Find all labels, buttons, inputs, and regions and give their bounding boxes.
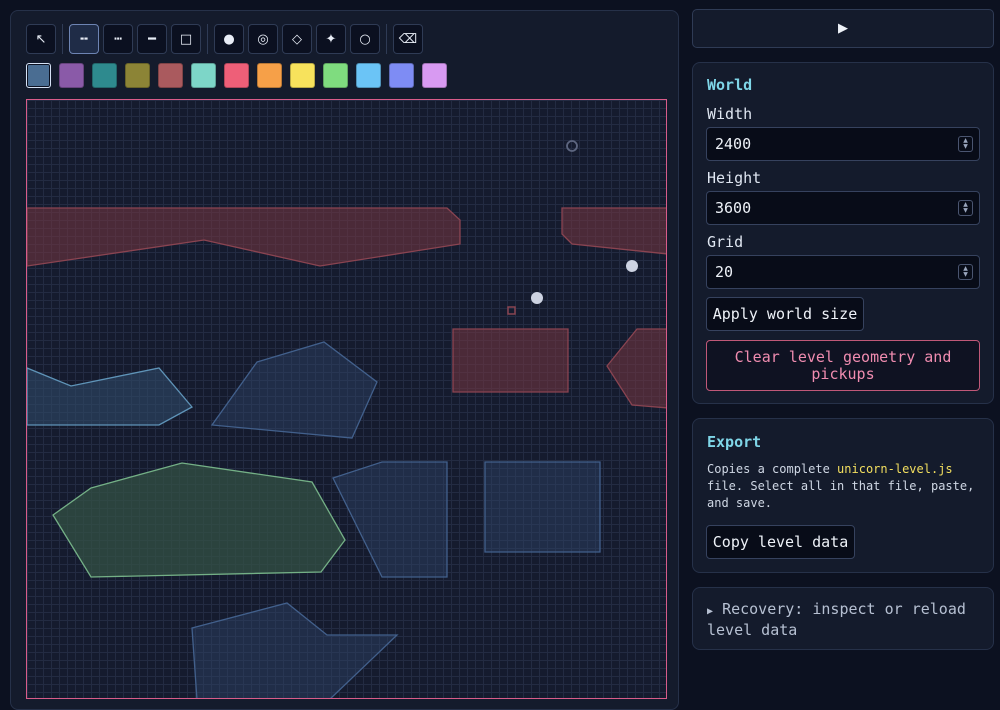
color-swatch[interactable] <box>191 63 216 88</box>
backspace-icon: ⌫ <box>398 31 418 47</box>
target-icon: ◎ <box>257 31 269 47</box>
color-swatch[interactable] <box>389 63 414 88</box>
play-button[interactable]: ▶ <box>692 9 994 48</box>
play-icon: ▶ <box>838 21 848 36</box>
world-title: World <box>707 76 753 94</box>
color-swatch[interactable] <box>92 63 117 88</box>
ring-tool-button[interactable]: ○ <box>350 24 380 54</box>
color-swatch[interactable] <box>422 63 447 88</box>
solid-line-icon: ━ <box>148 31 156 47</box>
color-swatch[interactable] <box>158 63 183 88</box>
disclosure-triangle-icon: ▶ <box>707 606 714 617</box>
chevron-down-icon: ▼ <box>963 271 968 278</box>
level-polygon[interactable] <box>452 328 569 393</box>
color-swatch[interactable] <box>356 63 381 88</box>
level-polygon[interactable] <box>27 207 461 267</box>
apply-world-size-button[interactable]: Apply world size <box>706 297 864 331</box>
width-stepper[interactable]: ▲ ▼ <box>958 136 973 152</box>
tool-toolbar: ↖ ╍ ┅ ━ □ ● ◎ ◇ ✦ ○ ⌫ <box>26 24 427 54</box>
filled-circle-icon: ● <box>223 31 235 47</box>
color-swatch[interactable] <box>323 63 348 88</box>
level-canvas[interactable] <box>26 99 667 699</box>
line-solid-tool-button[interactable]: ━ <box>137 24 167 54</box>
width-input[interactable]: 2400 ▲ ▼ <box>706 127 980 161</box>
cursor-icon: ↖ <box>35 31 47 47</box>
copy-level-data-button[interactable]: Copy level data <box>706 525 855 559</box>
level-polygon[interactable] <box>606 328 667 409</box>
star-icon: ✦ <box>325 31 337 47</box>
recovery-label: Recovery: inspect or reload level data <box>707 600 966 639</box>
dashed-line-icon: ╍ <box>80 31 88 47</box>
recovery-toggle[interactable]: ▶ Recovery: inspect or reload level data <box>707 600 982 639</box>
toolbar-divider <box>207 24 208 54</box>
color-swatch[interactable] <box>125 63 150 88</box>
width-value: 2400 <box>715 135 752 153</box>
orb-pickup[interactable] <box>531 292 543 304</box>
toolbar-divider <box>386 24 387 54</box>
ring-pickup[interactable] <box>566 140 578 152</box>
color-swatch[interactable] <box>26 63 51 88</box>
color-palette <box>26 63 455 88</box>
dotted-line-icon: ┅ <box>114 31 122 47</box>
level-geometry <box>27 140 667 699</box>
target-tool-button[interactable]: ◎ <box>248 24 278 54</box>
chevron-down-icon: ▼ <box>963 143 968 150</box>
color-swatch[interactable] <box>257 63 282 88</box>
line-dashed-bold-tool-button[interactable]: ╍ <box>69 24 99 54</box>
grid-input[interactable]: 20 ▲ ▼ <box>706 255 980 289</box>
level-polygon[interactable] <box>27 367 194 426</box>
level-polygon[interactable] <box>210 341 378 439</box>
height-label: Height <box>707 169 762 187</box>
color-swatch[interactable] <box>59 63 84 88</box>
width-label: Width <box>707 105 753 123</box>
pickup-dot-tool-button[interactable]: ● <box>214 24 244 54</box>
world-settings-card: World Width 2400 ▲ ▼ Height 3600 ▲ ▼ Grid … <box>692 62 994 404</box>
square-icon: □ <box>179 31 193 47</box>
height-input[interactable]: 3600 ▲ ▼ <box>706 191 980 225</box>
select-tool-button[interactable]: ↖ <box>26 24 56 54</box>
export-description: Copies a complete unicorn-level.js file.… <box>707 462 975 510</box>
level-polygon[interactable] <box>484 461 601 553</box>
toolbar-divider <box>62 24 63 54</box>
orb-pickup[interactable] <box>626 260 638 272</box>
color-swatch[interactable] <box>224 63 249 88</box>
clear-level-button[interactable]: Clear level geometry and pickups <box>706 340 980 391</box>
ring-icon: ○ <box>359 31 371 47</box>
color-swatch[interactable] <box>290 63 315 88</box>
grid-stepper[interactable]: ▲ ▼ <box>958 264 973 280</box>
level-polygon[interactable] <box>332 461 448 578</box>
recovery-card: ▶ Recovery: inspect or reload level data <box>692 587 994 650</box>
export-title: Export <box>707 433 762 451</box>
diamond-tool-button[interactable]: ◇ <box>282 24 312 54</box>
grid-label: Grid <box>707 233 744 251</box>
export-card: Export Copies a complete unicorn-level.j… <box>692 418 994 573</box>
star-tool-button[interactable]: ✦ <box>316 24 346 54</box>
erase-tool-button[interactable]: ⌫ <box>393 24 423 54</box>
grid-value: 20 <box>715 263 734 281</box>
level-polygon[interactable] <box>191 602 399 699</box>
rectangle-tool-button[interactable]: □ <box>171 24 201 54</box>
line-dotted-tool-button[interactable]: ┅ <box>103 24 133 54</box>
filename-code: unicorn-level.js <box>837 462 953 476</box>
diamond-icon: ◇ <box>292 31 302 47</box>
height-stepper[interactable]: ▲ ▼ <box>958 200 973 216</box>
spawn-marker[interactable] <box>507 306 516 315</box>
level-editor-panel: ↖ ╍ ┅ ━ □ ● ◎ ◇ ✦ ○ ⌫ <box>10 10 679 710</box>
level-polygon[interactable] <box>561 207 667 255</box>
level-polygon[interactable] <box>52 462 346 578</box>
chevron-down-icon: ▼ <box>963 207 968 214</box>
height-value: 3600 <box>715 199 752 217</box>
